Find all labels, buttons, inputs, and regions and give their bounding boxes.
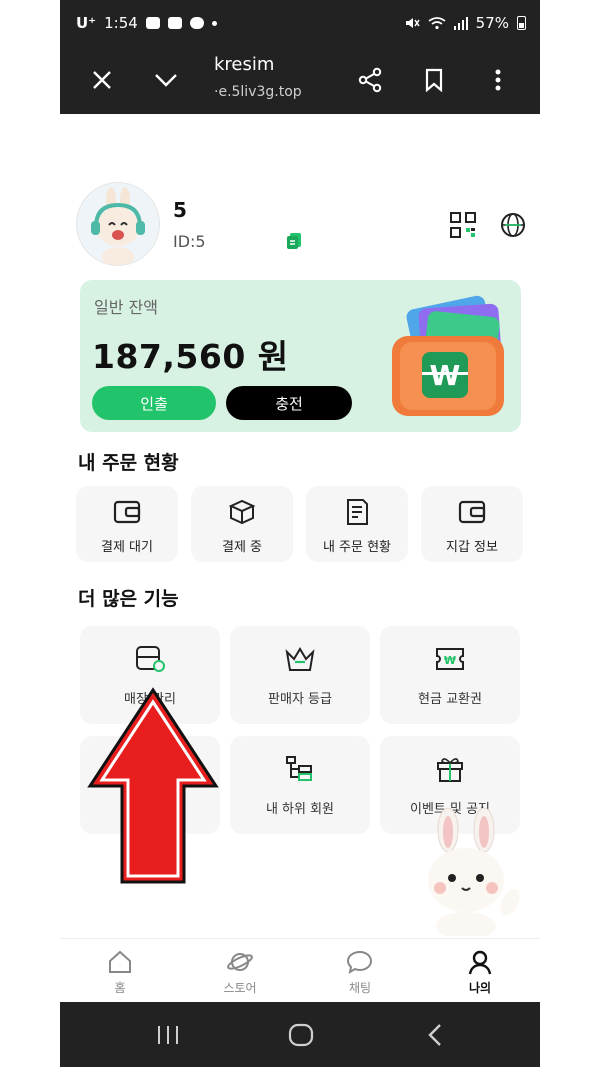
system-navigation-bar xyxy=(60,1002,540,1067)
signal-icon xyxy=(453,17,468,30)
nav-chat[interactable]: 채팅 xyxy=(300,945,420,1003)
gallery-notification-icon xyxy=(167,17,182,29)
bunny-headphones-avatar xyxy=(91,187,145,265)
balance-label: 일반 잔액 xyxy=(94,298,158,317)
share-button[interactable] xyxy=(352,62,388,98)
nav-label: 채팅 xyxy=(348,981,372,995)
balance-card: 일반 잔액 187,560 원 인출 충전 W xyxy=(80,280,521,432)
svg-text:₩: ₩ xyxy=(444,654,456,667)
feature-label: 현금 교환권 xyxy=(418,692,482,707)
bookmark-button[interactable] xyxy=(416,62,452,98)
bottom-navigation: 홈 스토어 채팅 나의 xyxy=(60,938,540,1003)
order-item-label: 결제 대기 xyxy=(101,540,153,555)
back-button[interactable] xyxy=(422,1022,452,1048)
order-wallet-info[interactable]: 지갑 정보 xyxy=(421,486,523,562)
more-vertical-icon xyxy=(495,69,501,91)
planet-icon xyxy=(227,953,253,971)
menu-button[interactable] xyxy=(480,62,516,98)
nav-store[interactable]: 스토어 xyxy=(180,945,300,1003)
page-title: kresim xyxy=(214,54,275,75)
ticket-icon: ₩ xyxy=(436,648,464,670)
feature-label: 내 하위 회원 xyxy=(265,802,335,817)
clock: 1:54 xyxy=(104,14,138,32)
feature-seller-grade[interactable]: 판매자 등급 xyxy=(230,626,370,724)
mute-icon xyxy=(405,18,420,28)
nav-label: 나의 xyxy=(468,981,492,995)
chat-notification-icon xyxy=(145,17,160,29)
battery-percent: 57% xyxy=(475,14,509,32)
avatar[interactable] xyxy=(76,182,160,266)
home-button[interactable] xyxy=(286,1022,316,1048)
app-notification-icon xyxy=(189,17,204,29)
crown-icon xyxy=(285,647,315,671)
order-item-label: 지갑 정보 xyxy=(446,540,498,555)
phone-screen: U⁺ 1:54 57% kresim ·e.5liv3g.top 5 ID:5 … xyxy=(60,0,540,1067)
order-in-payment[interactable]: 결제 중 xyxy=(191,486,293,562)
user-icon xyxy=(468,950,492,975)
store-settings-icon xyxy=(136,646,165,672)
wifi-icon xyxy=(428,17,446,30)
withdraw-button[interactable]: 인출 xyxy=(92,386,216,420)
carrier-label: U⁺ xyxy=(76,14,97,32)
nav-label: 스토어 xyxy=(223,981,257,995)
wallet-icon xyxy=(113,500,141,524)
feature-cash-voucher[interactable]: ₩ 현금 교환권 xyxy=(380,626,520,724)
balance-amount: 187,560 원 xyxy=(92,337,289,376)
share-icon xyxy=(358,67,382,93)
chevron-down-icon xyxy=(155,74,177,87)
document-icon xyxy=(347,499,368,525)
nav-my[interactable]: 나의 xyxy=(420,945,540,1003)
browser-toolbar: kresim ·e.5liv3g.top xyxy=(60,48,540,114)
order-my-status[interactable]: 내 주문 현황 xyxy=(306,486,408,562)
close-button[interactable] xyxy=(84,62,120,98)
wallet-icon xyxy=(458,500,486,524)
profile-name: 5 xyxy=(173,198,187,222)
features-section-title: 더 많은 기능 xyxy=(78,588,179,610)
collapse-button[interactable] xyxy=(148,62,184,98)
feature-label: 판매자 등급 xyxy=(268,692,332,707)
gift-icon xyxy=(437,758,463,782)
right-margin xyxy=(540,0,600,1067)
qr-code-icon[interactable] xyxy=(450,212,476,238)
charge-button[interactable]: 충전 xyxy=(226,386,352,420)
order-item-label: 결제 중 xyxy=(221,540,262,555)
page-url: ·e.5liv3g.top xyxy=(214,84,302,100)
copy-icon[interactable] xyxy=(286,232,302,250)
status-bar: U⁺ 1:54 57% xyxy=(60,0,540,48)
close-icon xyxy=(93,71,111,89)
feature-sub-members[interactable]: 내 하위 회원 xyxy=(230,736,370,834)
chat-icon xyxy=(347,950,373,975)
order-pending-payment[interactable]: 결제 대기 xyxy=(76,486,178,562)
svg-text:W: W xyxy=(430,359,461,392)
bookmark-icon xyxy=(425,68,443,92)
box-icon xyxy=(228,499,256,525)
orders-section-title: 내 주문 현황 xyxy=(78,452,179,474)
profile-id: ID:5 xyxy=(173,232,206,251)
wallet-illustration: W xyxy=(392,295,504,416)
red-arrow-annotation xyxy=(87,687,219,884)
nav-label: 홈 xyxy=(114,981,126,995)
recent-apps-button[interactable] xyxy=(153,1022,183,1048)
nav-home[interactable]: 홈 xyxy=(60,945,180,1003)
left-margin xyxy=(0,0,60,1067)
hierarchy-icon xyxy=(286,756,312,781)
battery-icon xyxy=(517,16,526,30)
globe-icon[interactable] xyxy=(500,212,526,238)
order-item-label: 내 주문 현황 xyxy=(322,540,392,555)
home-icon xyxy=(109,950,131,973)
bunny-mascot xyxy=(428,808,520,936)
more-notifications-dot xyxy=(211,20,217,26)
